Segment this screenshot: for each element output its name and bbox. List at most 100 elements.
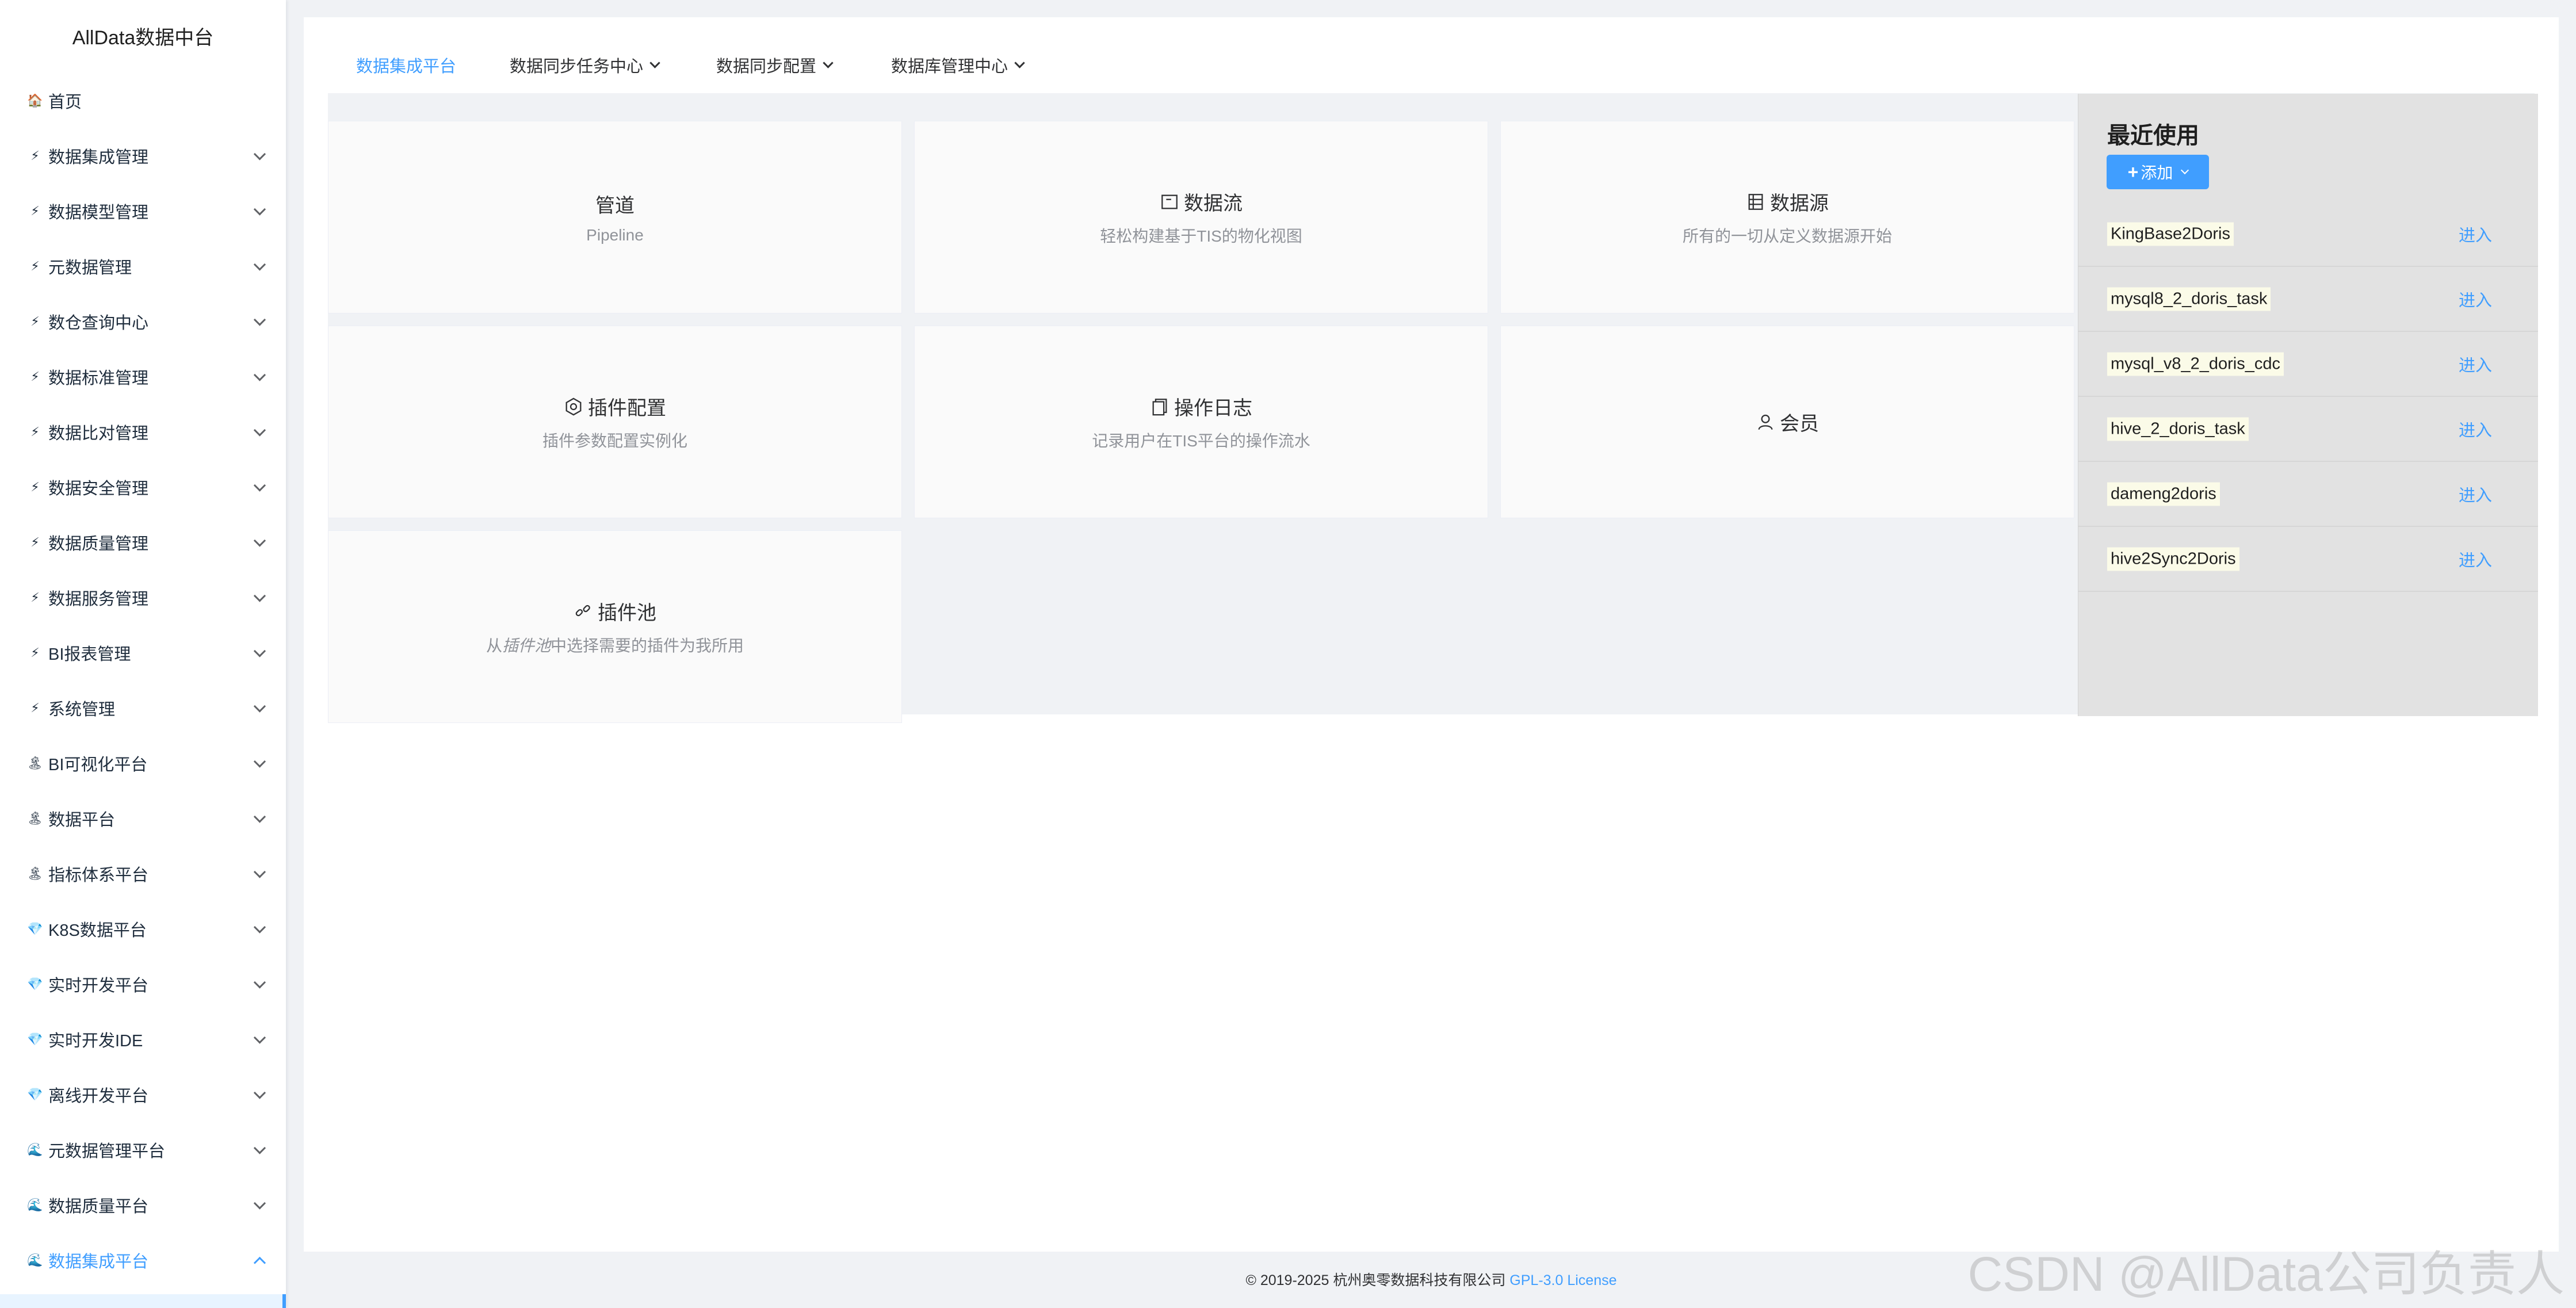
menu-icon: 💎 bbox=[27, 1032, 43, 1046]
recent-list: KingBase2Doris 进入 mysql8_2_doris_task 进入 mys… bbox=[2078, 202, 2538, 592]
card-member[interactable]: 会员 bbox=[1500, 326, 2074, 518]
recent-row: KingBase2Doris 进入 bbox=[2078, 202, 2538, 267]
license-link[interactable]: GPL-3.0 License bbox=[1509, 1272, 1616, 1288]
sidebar-item[interactable]: 💎 K8S数据平台 bbox=[0, 901, 286, 957]
menu-icon: ⚡ bbox=[30, 701, 40, 715]
card-plugin-pool[interactable]: 插件池 从插件池中选择需要的插件为我所用 bbox=[328, 530, 902, 723]
recent-item-name: mysql_v8_2_doris_cdc bbox=[2107, 352, 2284, 376]
sidebar-item[interactable]: 🏝 数据平台 bbox=[0, 791, 286, 846]
card-title-row: 数据源 bbox=[1746, 188, 1829, 216]
recent-row: mysql8_2_doris_task 进入 bbox=[2078, 267, 2538, 332]
nav-sync-task-center[interactable]: 数据同步任务中心 bbox=[510, 53, 660, 77]
menu-icon: 🏠 bbox=[27, 93, 43, 108]
chevron-down-icon bbox=[253, 590, 266, 602]
sidebar-item[interactable]: 💎 离线开发平台 bbox=[0, 1067, 286, 1122]
sidebar-item-label: 数仓查询中心 bbox=[48, 314, 149, 332]
recent-item-name: hive_2_doris_task bbox=[2107, 417, 2249, 441]
sidebar-item-label: 实时开发IDE bbox=[48, 1032, 143, 1050]
sidebar-item[interactable]: 🏠 首页 bbox=[0, 73, 286, 128]
card-plugin-config[interactable]: 插件配置 插件参数配置实例化 bbox=[328, 326, 902, 518]
recent-item-name: hive2Sync2Doris bbox=[2107, 547, 2239, 571]
enter-link[interactable]: 进入 bbox=[2459, 222, 2492, 246]
sidebar-item-label: BI可视化平台 bbox=[48, 756, 148, 774]
user-icon bbox=[1758, 414, 1773, 430]
sidebar-item[interactable]: ⚡ 数仓查询中心 bbox=[0, 294, 286, 349]
sidebar-item[interactable]: 💎 实时开发IDE bbox=[0, 1012, 286, 1067]
card-title: 数据源 bbox=[1770, 193, 1829, 215]
recent-row: hive2Sync2Doris 进入 bbox=[2078, 527, 2538, 592]
chevron-down-icon bbox=[1014, 57, 1025, 68]
sidebar-title: AllData数据中台 bbox=[72, 27, 214, 49]
menu-icon: ⚡ bbox=[30, 424, 40, 439]
card-pipeline[interactable]: 管道 Pipeline bbox=[328, 121, 902, 313]
enter-link[interactable]: 进入 bbox=[2459, 352, 2492, 376]
nav-sync-config[interactable]: 数据同步配置 bbox=[716, 53, 834, 77]
sidebar-item-label: 数据比对管理 bbox=[48, 424, 149, 443]
card-subtitle: 轻松构建基于TIS的物化视图 bbox=[1100, 227, 1302, 245]
sidebar-item-label: 数据服务管理 bbox=[48, 590, 149, 609]
recent-item-name: dameng2doris bbox=[2107, 482, 2220, 506]
sidebar-item[interactable]: ⚡ 数据标准管理 bbox=[0, 349, 286, 404]
card-title-row: 会员 bbox=[1756, 408, 1819, 436]
card-title-row: 插件池 bbox=[574, 597, 656, 625]
card-dataflow[interactable]: 数据流 轻松构建基于TIS的物化视图 bbox=[914, 121, 1488, 313]
card-title: 操作日志 bbox=[1174, 397, 1252, 419]
sidebar-item-label: 数据集成平台 bbox=[48, 1253, 149, 1271]
sidebar-item[interactable]: ⚡ 元数据管理 bbox=[0, 239, 286, 294]
sidebar-item[interactable]: ⚡ 数据集成管理 bbox=[0, 128, 286, 183]
enter-link[interactable]: 进入 bbox=[2459, 547, 2492, 571]
menu-icon: ⚡ bbox=[30, 369, 40, 384]
sidebar-item[interactable]: ⚡ 数据模型管理 bbox=[0, 183, 286, 239]
chevron-down-icon bbox=[649, 57, 660, 68]
card-title: 插件池 bbox=[598, 602, 656, 624]
sidebar-item[interactable]: 🌊 元数据管理平台 bbox=[0, 1122, 286, 1177]
sidebar-item[interactable]: 🌊 数据集成平台 bbox=[0, 1233, 286, 1288]
sidebar-item[interactable]: ⚡ 数据质量管理 bbox=[0, 515, 286, 570]
recent-item-name: KingBase2Doris bbox=[2107, 222, 2234, 246]
sidebar-item-label: 实时开发平台 bbox=[48, 977, 149, 995]
chevron-down-icon bbox=[253, 369, 266, 381]
sidebar-item[interactable]: ⚡ 数据安全管理 bbox=[0, 460, 286, 515]
chevron-down-icon bbox=[253, 203, 266, 216]
chevron-down-icon bbox=[253, 645, 266, 657]
card-title-row: 数据流 bbox=[1160, 188, 1243, 216]
sidebar-item[interactable]: ⚡ BI报表管理 bbox=[0, 625, 286, 680]
menu-icon: ⚡ bbox=[30, 314, 40, 328]
enter-link[interactable]: 进入 bbox=[2459, 417, 2492, 441]
enter-link[interactable]: 进入 bbox=[2459, 287, 2492, 311]
nav-db-management[interactable]: 数据库管理中心 bbox=[891, 53, 1025, 77]
card-datasource[interactable]: 数据源 所有的一切从定义数据源开始 bbox=[1500, 121, 2074, 313]
chevron-down-icon bbox=[253, 1087, 266, 1099]
card-operation-log[interactable]: 操作日志 记录用户在TIS平台的操作流水 bbox=[914, 326, 1488, 518]
link-icon bbox=[575, 605, 590, 616]
card-title: 数据流 bbox=[1184, 193, 1243, 215]
chevron-down-icon bbox=[2181, 166, 2189, 175]
sidebar-item[interactable]: ⚡ 数据服务管理 bbox=[0, 570, 286, 625]
sidebar-item[interactable]: 💎 实时开发平台 bbox=[0, 957, 286, 1012]
sidebar-item-label: BI报表管理 bbox=[48, 645, 131, 664]
log-icon bbox=[1152, 398, 1167, 415]
chevron-down-icon bbox=[253, 755, 266, 768]
nav-tab-data-integration[interactable]: 数据集成平台 bbox=[356, 53, 456, 77]
sidebar-item[interactable]: ⚡ 系统管理 bbox=[0, 680, 286, 736]
card-subtitle: 插件参数配置实例化 bbox=[542, 432, 687, 450]
chevron-down-icon bbox=[253, 866, 266, 878]
nav-tab-label: 数据同步任务中心 bbox=[510, 58, 644, 76]
sidebar-menu: 🏠 首页 ⚡ 数据集成管理 ⚡ 数据模型管理 ⚡ 元数据管理 ⚡ 数仓查询中心 ⚡ 数据标准管理 ⚡ 数据… bbox=[0, 73, 286, 1288]
enter-link[interactable]: 进入 bbox=[2459, 482, 2492, 506]
watermark: CSDN @AllData公司负责人 bbox=[1967, 1247, 2564, 1301]
chevron-down-icon bbox=[253, 700, 266, 713]
sidebar-item[interactable]: 🌊 数据质量平台 bbox=[0, 1177, 286, 1233]
add-button[interactable]: + 添加 bbox=[2107, 155, 2209, 189]
sidebar-item[interactable]: 🏝 BI可视化平台 bbox=[0, 736, 286, 791]
sidebar-item[interactable]: 🏝 指标体系平台 bbox=[0, 846, 286, 901]
menu-icon: ⚡ bbox=[30, 480, 40, 494]
recent-row: dameng2doris 进入 bbox=[2078, 462, 2538, 527]
chevron-down-icon bbox=[253, 534, 266, 547]
menu-icon: ⚡ bbox=[30, 204, 40, 218]
chevron-down-icon bbox=[253, 258, 266, 271]
sidebar-item[interactable]: ⚡ 数据比对管理 bbox=[0, 404, 286, 460]
submenu-active-item[interactable] bbox=[0, 1294, 286, 1308]
sidebar-item-label: 首页 bbox=[48, 93, 82, 112]
menu-icon: 💎 bbox=[27, 921, 43, 936]
